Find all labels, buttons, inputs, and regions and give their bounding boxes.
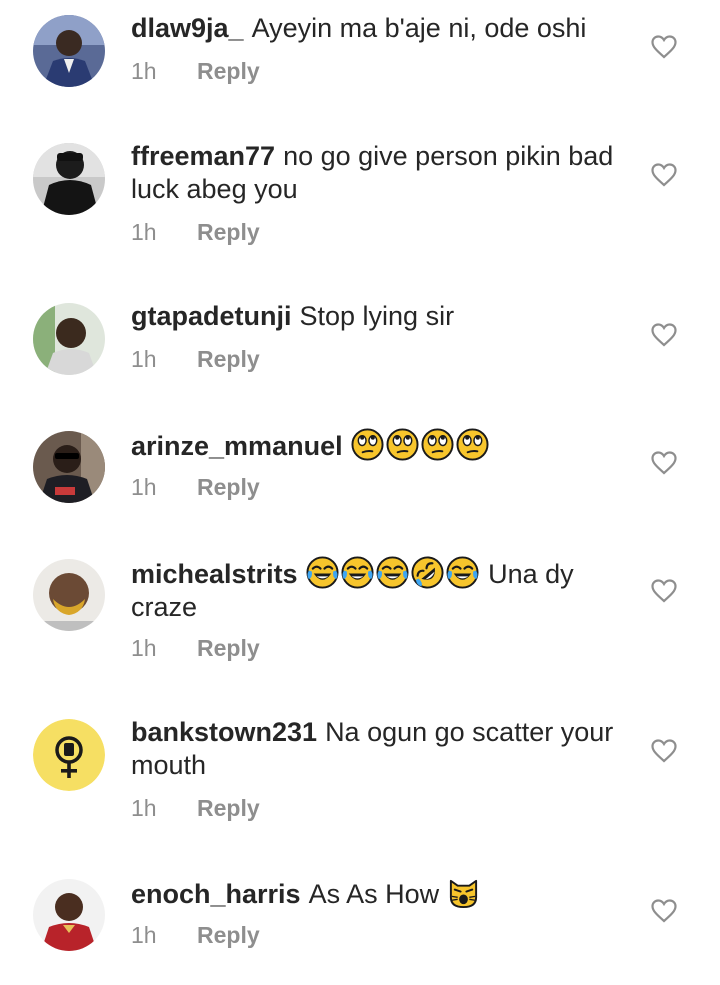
- comment-body: gtapadetunji Stop lying sir: [131, 300, 631, 333]
- rolling-eyes-emoji-icon: [456, 428, 489, 461]
- tears-of-joy-emoji-icon: [306, 556, 339, 589]
- avatar[interactable]: [33, 143, 105, 215]
- heart-outline-icon[interactable]: [651, 579, 677, 603]
- comment-text: Ayeyin ma b'aje ni, ode oshi: [251, 13, 587, 43]
- comment-body: ffreeman77 no go give person pikin bad lu…: [131, 140, 631, 206]
- tears-of-joy-emoji-icon: [446, 556, 479, 589]
- weary-cat-emoji-icon: [447, 876, 480, 909]
- comment-meta: 1h Reply: [131, 474, 260, 501]
- comment-meta: 1h Reply: [131, 922, 260, 949]
- comment-text: As As How: [308, 879, 440, 909]
- rolling-eyes-emoji-icon: [421, 428, 454, 461]
- comment-body: michealstrits Una dy craze: [131, 556, 631, 624]
- avatar[interactable]: [33, 431, 105, 503]
- reply-button[interactable]: Reply: [197, 635, 260, 661]
- comment-time: 1h: [131, 635, 157, 661]
- tears-of-joy-emoji-icon: [341, 556, 374, 589]
- reply-button[interactable]: Reply: [197, 922, 260, 948]
- comment-username[interactable]: ffreeman77: [131, 141, 275, 171]
- reply-button[interactable]: Reply: [197, 346, 260, 372]
- rolling-eyes-emoji-icon: [386, 428, 419, 461]
- comment-username[interactable]: arinze_mmanuel: [131, 431, 343, 461]
- comment-time: 1h: [131, 58, 157, 84]
- heart-outline-icon[interactable]: [651, 323, 677, 347]
- heart-outline-icon[interactable]: [651, 739, 677, 763]
- comment-time: 1h: [131, 474, 157, 500]
- reply-button[interactable]: Reply: [197, 474, 260, 500]
- comment-username[interactable]: gtapadetunji: [131, 301, 292, 331]
- avatar[interactable]: [33, 719, 105, 791]
- comment-text: Stop lying sir: [299, 301, 455, 331]
- comment-time: 1h: [131, 346, 157, 372]
- comment-meta: 1h Reply: [131, 635, 260, 662]
- comment-meta: 1h Reply: [131, 58, 260, 85]
- comment-body: bankstown231 Na ogun go scatter your mout…: [131, 716, 631, 782]
- avatar[interactable]: [33, 559, 105, 631]
- comment-username[interactable]: enoch_harris: [131, 879, 301, 909]
- rolling-eyes-emoji-icon: [351, 428, 384, 461]
- comment-username[interactable]: bankstown231: [131, 717, 317, 747]
- comment-time: 1h: [131, 795, 157, 821]
- reply-button[interactable]: Reply: [197, 58, 260, 84]
- avatar[interactable]: [33, 303, 105, 375]
- reply-button[interactable]: Reply: [197, 795, 260, 821]
- comment-body: dlaw9ja_ Ayeyin ma b'aje ni, ode oshi: [131, 12, 631, 45]
- comment-meta: 1h Reply: [131, 219, 260, 246]
- comment-body: enoch_harris As As How: [131, 876, 631, 911]
- comment-time: 1h: [131, 922, 157, 948]
- comment-body: arinze_mmanuel: [131, 428, 631, 463]
- tears-of-joy-emoji-icon: [376, 556, 409, 589]
- comment-username[interactable]: dlaw9ja_: [131, 13, 244, 43]
- avatar[interactable]: [33, 15, 105, 87]
- comment-meta: 1h Reply: [131, 795, 260, 822]
- reply-button[interactable]: Reply: [197, 219, 260, 245]
- heart-outline-icon[interactable]: [651, 163, 677, 187]
- comment-time: 1h: [131, 219, 157, 245]
- heart-outline-icon[interactable]: [651, 451, 677, 475]
- rolling-on-floor-laughing-emoji-icon: [411, 556, 444, 589]
- heart-outline-icon[interactable]: [651, 35, 677, 59]
- comment-meta: 1h Reply: [131, 346, 260, 373]
- heart-outline-icon[interactable]: [651, 899, 677, 923]
- avatar[interactable]: [33, 879, 105, 951]
- comment-username[interactable]: michealstrits: [131, 559, 298, 589]
